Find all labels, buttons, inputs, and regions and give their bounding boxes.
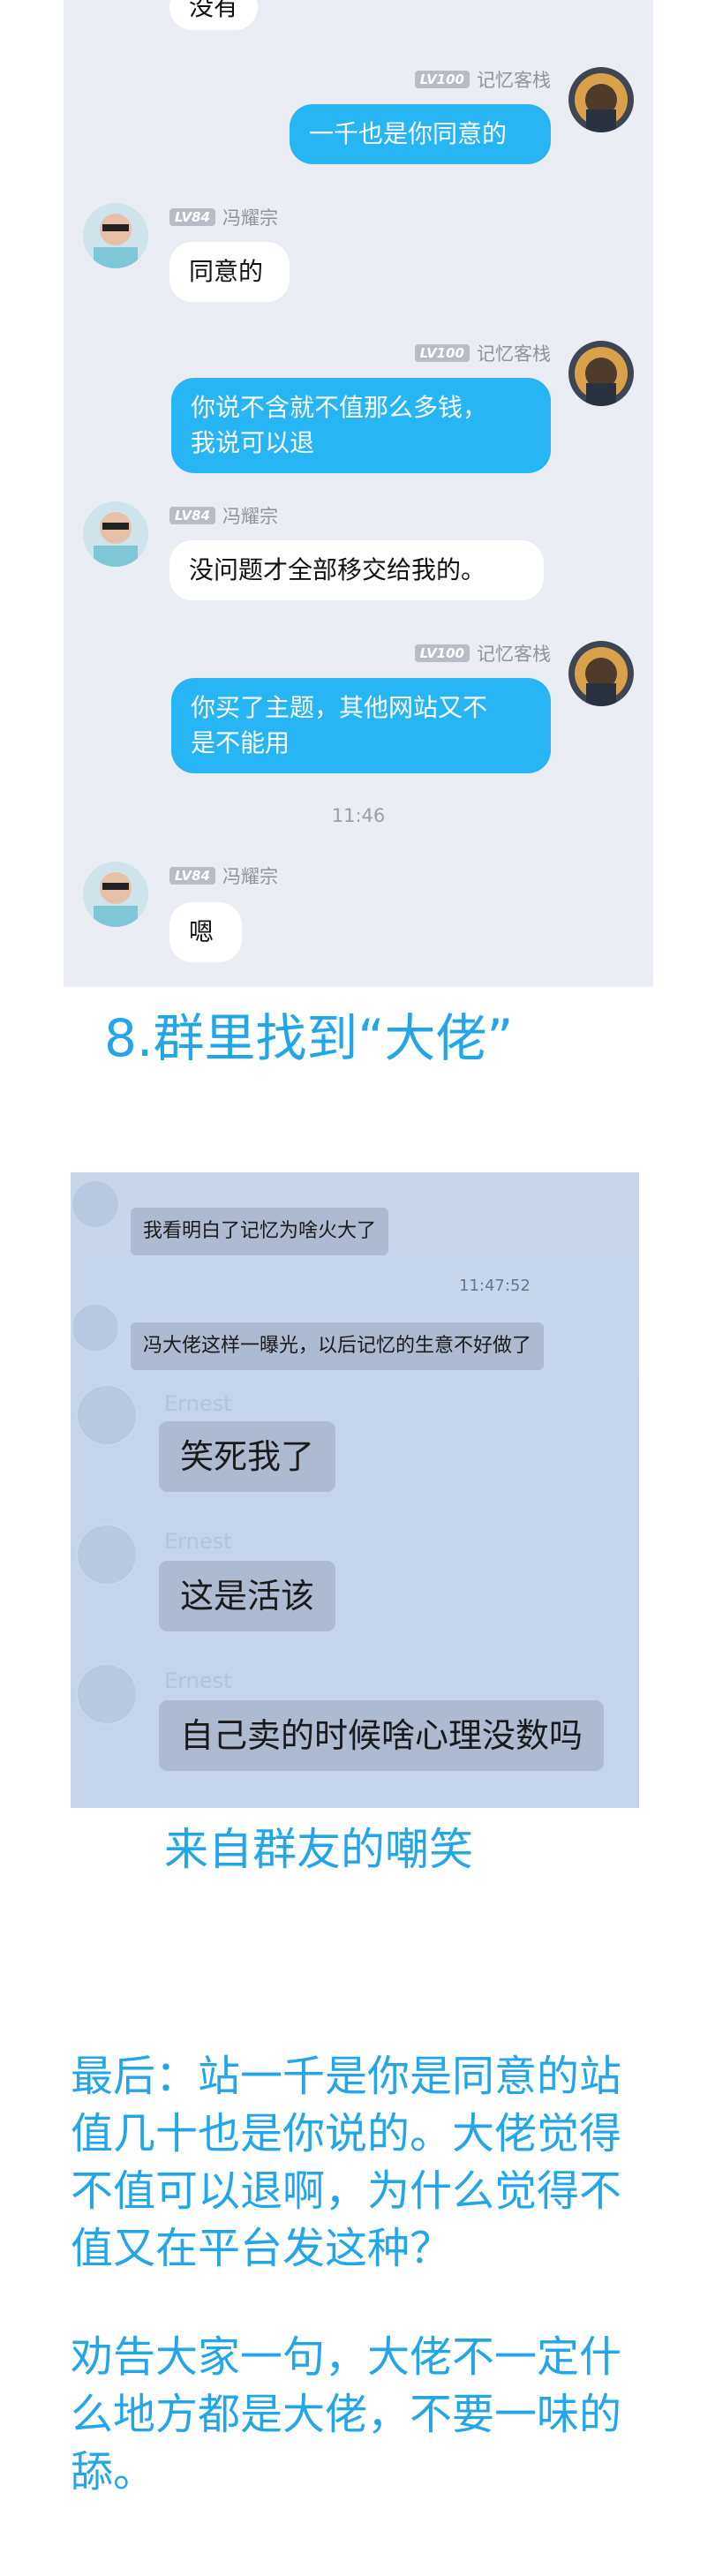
timestamp: 11:46 xyxy=(331,805,386,826)
message-bubble-incoming: 没问题才全部移交给我的。 xyxy=(169,540,544,600)
sender-name: 冯耀宗 xyxy=(222,207,278,229)
sender-name: 冯耀宗 xyxy=(222,866,278,887)
level-badge: LV84 xyxy=(169,867,215,885)
message-bubble-incoming: 同意的 xyxy=(169,242,290,302)
faded-avatar xyxy=(71,1179,120,1229)
sender-name: 冯耀宗 xyxy=(222,506,278,527)
faded-sender-name: Ernest xyxy=(164,1529,232,1554)
level-badge: LV84 xyxy=(169,208,215,226)
message-bubble-outgoing: 你说不含就不值那么多钱， 我说可以退 xyxy=(171,378,551,473)
avatar-contact[interactable] xyxy=(83,203,148,268)
level-badge: LV100 xyxy=(414,71,470,88)
sender-name: 记忆客栈 xyxy=(477,70,551,91)
advice-paragraph: 劝告大家一句，大佬不一定什么地方都是大佬，不要一味的舔。 xyxy=(71,2332,622,2497)
message-bubble-outgoing: 一千也是你同意的 xyxy=(290,104,551,164)
sender-meta: LV84 冯耀宗 xyxy=(169,865,278,887)
section-heading: 8.群里找到“大佬” xyxy=(104,1008,514,1068)
faded-avatar xyxy=(76,1663,138,1725)
chat-screenshot-2: 我看明白了记忆为啥火大了 11:47:52 冯大佬这样一曝光，以后记忆的生意不好… xyxy=(71,1172,639,1808)
message-bubble-incoming: 没有 xyxy=(169,0,259,30)
message-bubble-incoming: 嗯 xyxy=(169,902,242,962)
closing-paragraph: 最后：站一千是你是同意的站值几十也是你说的。大佬觉得不值可以退啊，为什么觉得不值… xyxy=(71,2052,622,2273)
sender-meta: LV84 冯耀宗 xyxy=(169,207,278,229)
faded-sender-name: Ernest xyxy=(164,1391,232,1416)
sender-meta: LV100 记忆客栈 xyxy=(414,69,551,91)
faded-avatar xyxy=(76,1524,138,1586)
group-message: 笑死我了 xyxy=(159,1421,336,1492)
sender-name: 记忆客栈 xyxy=(477,343,551,365)
level-badge: LV84 xyxy=(169,507,215,524)
group-message: 自己卖的时候啥心理没数吗 xyxy=(159,1700,605,1771)
avatar-contact[interactable] xyxy=(83,501,148,567)
faded-sender-name: Ernest xyxy=(164,1668,232,1693)
chat-screenshot-1: 没有 LV100 记忆客栈 一千也是你同意的 LV84 冯耀宗 同意的 LV10… xyxy=(64,0,653,987)
avatar-self[interactable] xyxy=(568,341,634,406)
group-message: 这是活该 xyxy=(159,1561,336,1631)
message-bubble-outgoing: 你买了主题，其他网站又不 是不能用 xyxy=(171,678,551,773)
avatar-self[interactable] xyxy=(568,67,634,132)
sender-name: 记忆客栈 xyxy=(477,644,551,665)
timestamp: 11:47:52 xyxy=(459,1277,531,1295)
sender-meta: LV100 记忆客栈 xyxy=(414,343,551,365)
level-badge: LV100 xyxy=(414,644,470,662)
image-caption: 来自群友的嘲笑 xyxy=(164,1824,473,1875)
faded-avatar xyxy=(71,1303,120,1352)
faded-avatar xyxy=(76,1384,138,1446)
sender-meta: LV84 冯耀宗 xyxy=(169,505,278,527)
group-message: 冯大佬这样一曝光，以后记忆的生意不好做了 xyxy=(131,1322,545,1370)
group-message: 我看明白了记忆为啥火大了 xyxy=(131,1208,389,1255)
avatar-self[interactable] xyxy=(568,641,634,706)
sender-meta: LV100 记忆客栈 xyxy=(414,643,551,665)
avatar-contact[interactable] xyxy=(83,862,148,927)
level-badge: LV100 xyxy=(414,344,470,362)
